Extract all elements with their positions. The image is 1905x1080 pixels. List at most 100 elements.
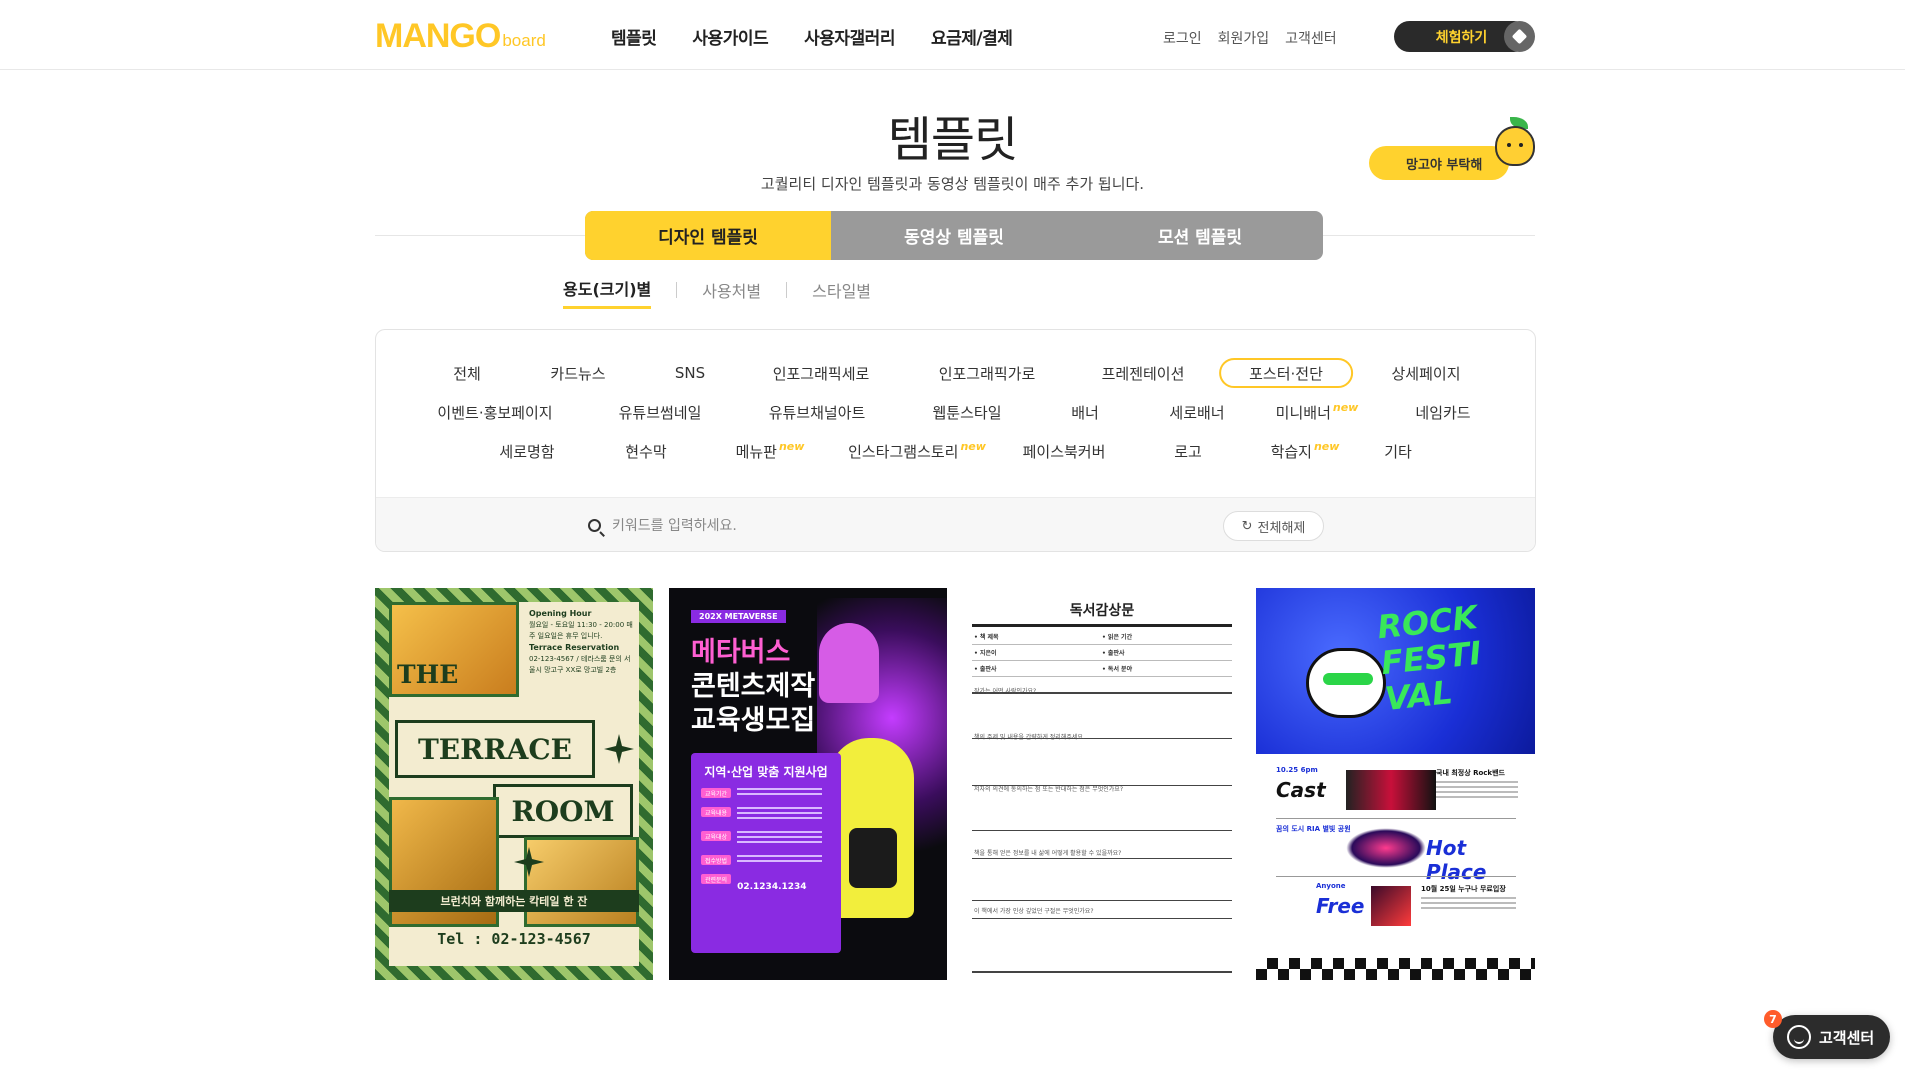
nav-user-gallery[interactable]: 사용자갤러리 <box>804 24 895 49</box>
tab-design-template[interactable]: 디자인 템플릿 <box>585 211 831 260</box>
tab-by-size[interactable]: 용도(크기)별 <box>563 276 652 309</box>
festival-section: 10.25 6pm Cast 국내 최정상 Rock밴드 <box>1276 766 1518 814</box>
category-label: 미니배너 <box>1275 403 1331 422</box>
report-title-bar <box>972 624 1232 627</box>
logo-sub-text: board <box>502 31 546 50</box>
search-area: ↻ 전체해제 <box>376 497 1535 551</box>
section-title: 꿈의 도시 RIA 별빛 공원 <box>1276 825 1351 833</box>
nav-pricing[interactable]: 요금제/결제 <box>931 24 1013 49</box>
category-vertical-banner[interactable]: 세로배너 <box>1169 397 1224 427</box>
new-badge: new <box>1313 439 1340 453</box>
tab-motion-template[interactable]: 모션 템플릿 <box>1077 211 1323 260</box>
report-row-line <box>972 900 1232 901</box>
section-desc: 국내 최정상 Rock밴드 <box>1436 768 1518 801</box>
panel-pill: 교육내용 <box>701 807 732 817</box>
template-card-terrace[interactable]: Opening Hour 월요일 - 토요일 11:30 - 20:00 매주 … <box>375 588 653 980</box>
category-event-page[interactable]: 이벤트·홍보페이지 <box>437 397 552 427</box>
category-label: 인스타그램스토리 <box>848 442 959 461</box>
poster-title-terrace: TERRACE <box>395 720 595 778</box>
festival-section: Anyone Free 10월 25일 누구나 무료입장 <box>1276 882 1516 930</box>
report-row-line <box>972 676 1232 677</box>
customer-center-float-button[interactable]: 고객센터 <box>1773 1015 1890 1059</box>
search-icon <box>588 519 601 532</box>
logo-main-text: MANGO <box>375 17 501 55</box>
poster-tel: Tel : 02-123-4567 <box>437 930 591 948</box>
nav-templates[interactable]: 템플릿 <box>611 24 657 49</box>
category-webtoon-style[interactable]: 웹툰스타일 <box>932 397 1001 427</box>
report-row-line <box>972 660 1232 661</box>
category-worksheet[interactable]: 학습지 new <box>1271 436 1340 466</box>
category-presentation[interactable]: 프레젠테이션 <box>1102 358 1185 388</box>
category-detail-page[interactable]: 상세페이지 <box>1391 358 1460 388</box>
category-label: 학습지 <box>1270 442 1312 461</box>
panel-pill: 관련문의 <box>701 874 732 884</box>
poster-info: Opening Hour 월요일 - 토요일 11:30 - 20:00 매주 … <box>529 608 634 676</box>
refresh-icon: ↻ <box>1241 518 1253 534</box>
contact-number: 02.1234.1234 <box>737 882 807 892</box>
category-row-1: 전체 카드뉴스 SNS 인포그래픽세로 인포그래픽가로 프레젠테이션 포스터·전… <box>376 358 1535 388</box>
category-infographic-vertical[interactable]: 인포그래픽세로 <box>773 358 870 388</box>
category-vertical-business-card[interactable]: 세로명함 <box>499 436 554 466</box>
template-card-metaverse[interactable]: 202X METAVERSE 메타버스 콘텐츠제작 교육생모집 지역·산업 맞춤… <box>669 588 947 980</box>
category-card-news[interactable]: 카드뉴스 <box>550 358 605 388</box>
nav-user-guide[interactable]: 사용가이드 <box>692 24 768 49</box>
customer-center-link[interactable]: 고객센터 <box>1285 28 1337 48</box>
request-mango-button[interactable]: 망고야 부탁해 <box>1369 146 1509 180</box>
smile-icon <box>1787 1025 1811 1049</box>
report-field: • 출판사 <box>1102 650 1125 657</box>
panel-row: 교육내용 <box>701 807 831 822</box>
category-sns[interactable]: SNS <box>675 358 705 388</box>
section-headline: Cast <box>1276 778 1326 802</box>
notification-badge: 7 <box>1764 1010 1782 1028</box>
search-input[interactable] <box>612 514 1172 538</box>
tab-by-style[interactable]: 스타일별 <box>812 278 871 308</box>
util-nav: 로그인 회원가입 고객센터 <box>1163 28 1337 48</box>
login-link[interactable]: 로그인 <box>1163 28 1202 48</box>
category-row-2: 이벤트·홍보페이지 유튜브썸네일 유튜브채널아트 웹툰스타일 배너 세로배너 미… <box>376 397 1535 427</box>
festival-hero: ROCK FESTI VAL <box>1256 588 1535 754</box>
category-logo[interactable]: 로고 <box>1174 436 1202 466</box>
main-nav: 템플릿 사용가이드 사용자갤러리 요금제/결제 <box>611 24 1013 49</box>
card-poster: Opening Hour 월요일 - 토요일 11:30 - 20:00 매주 … <box>389 602 639 966</box>
template-card-reading-report[interactable]: 독서감상문 • 책 제목 • 지은이 • 출판사 • 읽은 기간 • 출판사 •… <box>972 588 1232 980</box>
mangoboard-logo[interactable]: MANGO board <box>375 17 546 55</box>
category-facebook-cover[interactable]: 페이스북커버 <box>1023 436 1106 466</box>
category-poster-flyer[interactable]: 포스터·전단 <box>1219 358 1353 388</box>
category-mini-banner[interactable]: 미니배너 new <box>1276 397 1359 427</box>
category-youtube-channel-art[interactable]: 유튜브채널아트 <box>769 397 866 427</box>
category-placard[interactable]: 현수막 <box>625 436 666 466</box>
divider <box>786 281 788 298</box>
report-row-line <box>972 971 1232 973</box>
festival-section: 꿈의 도시 RIA 별빛 공원 Hot Place <box>1276 824 1516 884</box>
request-mango-label: 망고야 부탁해 <box>1406 157 1483 173</box>
poster-chip: 202X METAVERSE <box>691 610 786 623</box>
divider <box>1276 876 1516 877</box>
category-banner[interactable]: 배너 <box>1071 397 1099 427</box>
info-panel: 지역·산업 맞춤 지원사업 교육기간 교육내용 교육대상 접수방법 관련문의 02… <box>691 753 841 953</box>
category-infographic-horizontal[interactable]: 인포그래픽가로 <box>939 358 1036 388</box>
vr-character-icon <box>829 738 914 918</box>
category-instagram-story[interactable]: 인스타그램스토리 new <box>848 436 986 466</box>
tab-by-usage[interactable]: 사용처별 <box>702 278 761 308</box>
crowd-photo <box>1371 886 1411 926</box>
panel-row: 관련문의 02.1234.1234 <box>701 874 831 893</box>
tab-video-template[interactable]: 동영상 템플릿 <box>831 211 1077 260</box>
category-youtube-thumbnail[interactable]: 유튜브썸네일 <box>619 397 702 427</box>
report-field: • 책 제목 <box>974 634 999 641</box>
desc-title: 국내 최정상 Rock밴드 <box>1436 769 1505 777</box>
headline-line: 메타버스 <box>691 637 791 668</box>
category-all[interactable]: 전체 <box>453 358 481 388</box>
reset-filter-button[interactable]: ↻ 전체해제 <box>1223 511 1324 541</box>
template-type-tabs: 디자인 템플릿 동영상 템플릿 모션 템플릿 <box>585 211 1323 260</box>
mascot-icon <box>1306 648 1386 718</box>
panel-row: 교육대상 <box>701 831 831 846</box>
template-card-rock-festival[interactable]: ROCK FESTI VAL 10.25 6pm Cast 국내 최정상 Roc… <box>1256 588 1535 980</box>
category-name-card[interactable]: 네임카드 <box>1415 397 1470 427</box>
category-etc[interactable]: 기타 <box>1384 436 1412 466</box>
category-menu-board[interactable]: 메뉴판 new <box>736 436 805 466</box>
panel-title: 지역·산업 맞춤 지원사업 <box>704 765 828 779</box>
diamond-menu-icon[interactable] <box>1504 21 1535 52</box>
signup-link[interactable]: 회원가입 <box>1218 28 1270 48</box>
report-title: 독서감상문 <box>1069 603 1135 619</box>
section-desc: 10월 25일 누구나 무료입장 <box>1421 884 1516 912</box>
